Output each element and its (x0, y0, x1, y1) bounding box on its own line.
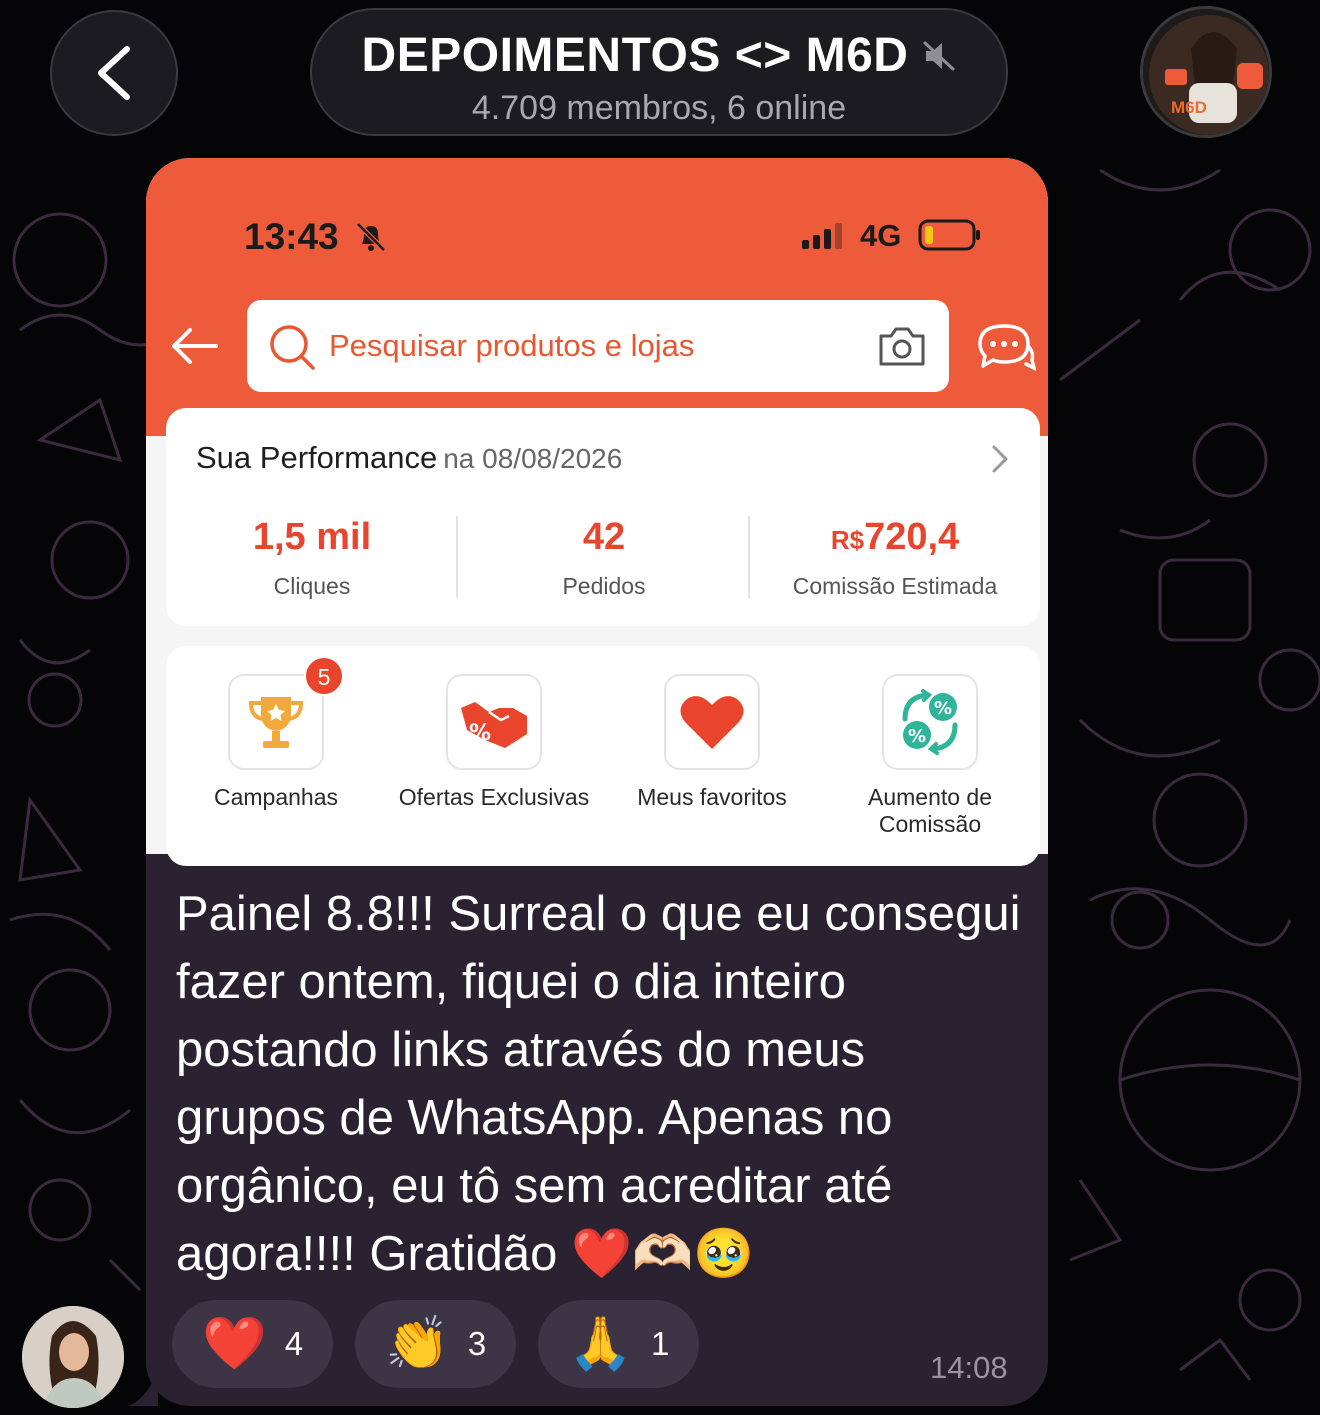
sender-avatar[interactable] (22, 1306, 124, 1408)
performance-heading: Sua Performance na 08/08/2026 (196, 440, 622, 476)
metric-commission: R$720,4 Comissão Estimada (766, 516, 1024, 600)
signal-icon (802, 223, 842, 249)
attached-screenshot[interactable]: 13:43 4G Pesquisar produtos e lojas Sua … (146, 158, 1048, 866)
chat-screen: DEPOIMENTOS <> M6D 4.709 membros, 6 onli… (0, 0, 1320, 1415)
shortcut-label: Meus favoritos (637, 784, 787, 810)
chevron-left-icon (98, 46, 130, 100)
search-input[interactable]: Pesquisar produtos e lojas (247, 300, 949, 392)
muted-speaker-icon (923, 41, 955, 70)
chat-title-bar[interactable]: DEPOIMENTOS <> M6D 4.709 membros, 6 onli… (310, 8, 1008, 136)
shortcut-label: Ofertas Exclusivas (398, 784, 590, 810)
channel-logo-image: M6D (1143, 9, 1269, 135)
metric-label: Cliques (273, 573, 351, 599)
shortcuts-card: 5 Campanhas % Ofertas Exclusivas Meus fa… (166, 646, 1040, 866)
notification-badge: 5 (304, 656, 344, 696)
metric-divider (456, 516, 458, 598)
svg-text:%: % (934, 698, 952, 719)
search-icon (270, 325, 315, 370)
reaction-clap[interactable]: 👏 3 (355, 1300, 517, 1388)
metric-divider (748, 516, 750, 598)
svg-text:%: % (469, 721, 491, 746)
camera-icon[interactable] (877, 324, 927, 368)
chat-member-count: 4.709 membros, 6 online (471, 89, 847, 127)
metric-value: 1,5 mil (252, 516, 372, 558)
reaction-emoji: 🙏 (568, 1315, 633, 1373)
bubble-tail (128, 1370, 158, 1406)
metric-value: R$720,4 (830, 516, 960, 558)
reaction-count: 1 (650, 1325, 670, 1362)
shortcut-icon-box (664, 674, 760, 770)
reaction-pray[interactable]: 🙏 1 (538, 1300, 700, 1388)
message-bubble[interactable]: 13:43 4G Pesquisar produtos e lojas Sua … (146, 158, 1048, 1406)
metric-orders: 42 Pedidos (478, 516, 730, 600)
metric-label: Comissão Estimada (792, 573, 998, 599)
chevron-right-icon[interactable] (990, 444, 1010, 474)
performance-card[interactable]: Sua Performance na 08/08/2026 1,5 mil Cli… (166, 408, 1040, 626)
metric-clicks: 1,5 mil Cliques (186, 516, 438, 600)
svg-text:%: % (908, 726, 926, 747)
shortcut-campaigns[interactable]: 5 Campanhas (166, 656, 386, 811)
network-type: 4G (860, 218, 902, 253)
reaction-emoji: 👏 (385, 1315, 450, 1373)
reaction-count: 3 (467, 1325, 487, 1362)
chat-title: DEPOIMENTOS <> M6D (361, 29, 909, 82)
heart-icon (680, 696, 744, 749)
bell-muted-icon (356, 222, 386, 252)
performance-date: na 08/08/2026 (443, 443, 623, 474)
trophy-icon (248, 697, 304, 748)
battery-icon (918, 219, 980, 251)
arrow-left-icon[interactable] (168, 326, 220, 366)
shortcut-icon-box: 5 (228, 656, 344, 770)
reaction-heart[interactable]: ❤️ 4 (172, 1300, 334, 1388)
handshake-icon: % (461, 702, 527, 748)
channel-avatar[interactable]: M6D (1140, 6, 1272, 138)
reactions-bar: ❤️ 4 👏 3 🙏 1 (172, 1300, 700, 1388)
shortcut-favorites[interactable]: Meus favoritos (602, 674, 822, 811)
app-header (146, 158, 1048, 436)
status-time: 13:43 (244, 216, 339, 257)
shortcut-icon-box: % % (882, 674, 978, 770)
message-text: Painel 8.8!!! Surreal o que eu consegui … (176, 887, 1021, 1281)
chat-bubbles-icon[interactable] (974, 320, 1036, 376)
search-placeholder: Pesquisar produtos e lojas (329, 328, 695, 363)
performance-title: Sua Performance (196, 440, 438, 475)
back-button[interactable] (50, 10, 178, 136)
shortcut-icon-box: % (446, 674, 542, 770)
sender-photo (22, 1306, 124, 1408)
reaction-count: 4 (284, 1325, 304, 1362)
shortcut-commission-boost[interactable]: % % Aumento de Comissão (820, 674, 1040, 838)
shortcut-label: Campanhas (213, 784, 339, 810)
shortcut-label: Aumento de Comissão (867, 784, 993, 837)
shortcut-exclusive-offers[interactable]: % Ofertas Exclusivas (384, 674, 604, 811)
svg-text:M6D: M6D (1171, 98, 1207, 117)
metric-value: 42 (582, 516, 626, 558)
reaction-emoji: ❤️ (202, 1315, 267, 1373)
metric-label: Pedidos (562, 573, 646, 599)
percent-cycle-icon: % % (902, 689, 958, 755)
message-timestamp: 14:08 (930, 1350, 1008, 1385)
